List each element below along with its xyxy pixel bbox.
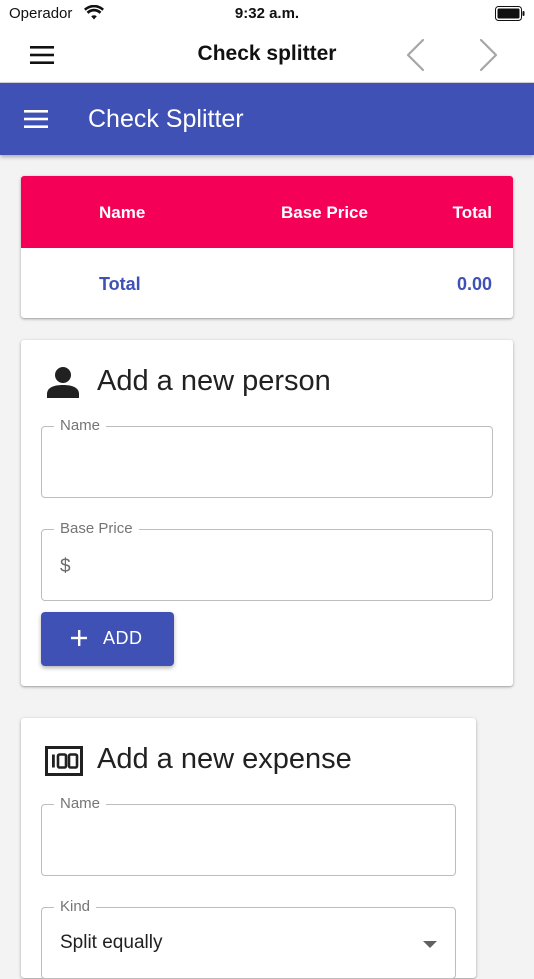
add-person-card: Add a new person Name Base Price $ ADD: [21, 340, 513, 686]
kind-selected-value: Split equally: [60, 932, 163, 953]
app-title: Check Splitter: [88, 105, 244, 133]
kind-select[interactable]: Kind Split equally: [41, 898, 456, 979]
kind-label: Kind: [54, 898, 97, 915]
expense-name-label: Name: [54, 795, 107, 812]
app-bar: Check Splitter: [0, 83, 534, 155]
add-person-button[interactable]: ADD: [41, 612, 174, 666]
split-table: Name Base Price Total Total 0.00: [21, 176, 513, 318]
person-name-field[interactable]: Name: [41, 417, 493, 498]
plus-icon: [71, 630, 87, 646]
dropdown-arrow-icon: [423, 941, 437, 948]
expense-name-field[interactable]: Name: [41, 795, 456, 876]
table-header: Name Base Price Total: [21, 176, 513, 248]
column-header-total: Total: [452, 203, 492, 222]
status-bar: Operador 9:32 a.m.: [0, 0, 534, 28]
person-icon: [47, 367, 79, 398]
base-price-field[interactable]: Base Price $: [41, 520, 493, 601]
column-header-name: Name: [99, 203, 146, 222]
nav-title: Check splitter: [197, 42, 337, 65]
base-price-label: Base Price: [54, 520, 139, 537]
total-row-label: Total: [99, 274, 141, 294]
currency-prefix: $: [60, 556, 71, 577]
battery-icon: [495, 6, 525, 21]
drawer-menu-icon[interactable]: [24, 109, 48, 129]
nav-bar: Check splitter: [0, 28, 534, 83]
add-expense-card: Add a new expense Name Kind Split equall…: [21, 718, 476, 979]
add-person-title: Add a new person: [97, 365, 331, 397]
column-header-base-price: Base Price: [281, 203, 368, 222]
add-button-label: ADD: [103, 628, 143, 648]
chevron-right-icon[interactable]: [478, 38, 500, 72]
chevron-left-icon[interactable]: [404, 38, 426, 72]
person-name-label: Name: [54, 417, 107, 434]
add-expense-title: Add a new expense: [97, 743, 352, 775]
total-row-value: 0.00: [456, 274, 492, 294]
money-icon: [45, 746, 83, 776]
clock-label: 9:32 a.m.: [234, 5, 300, 22]
